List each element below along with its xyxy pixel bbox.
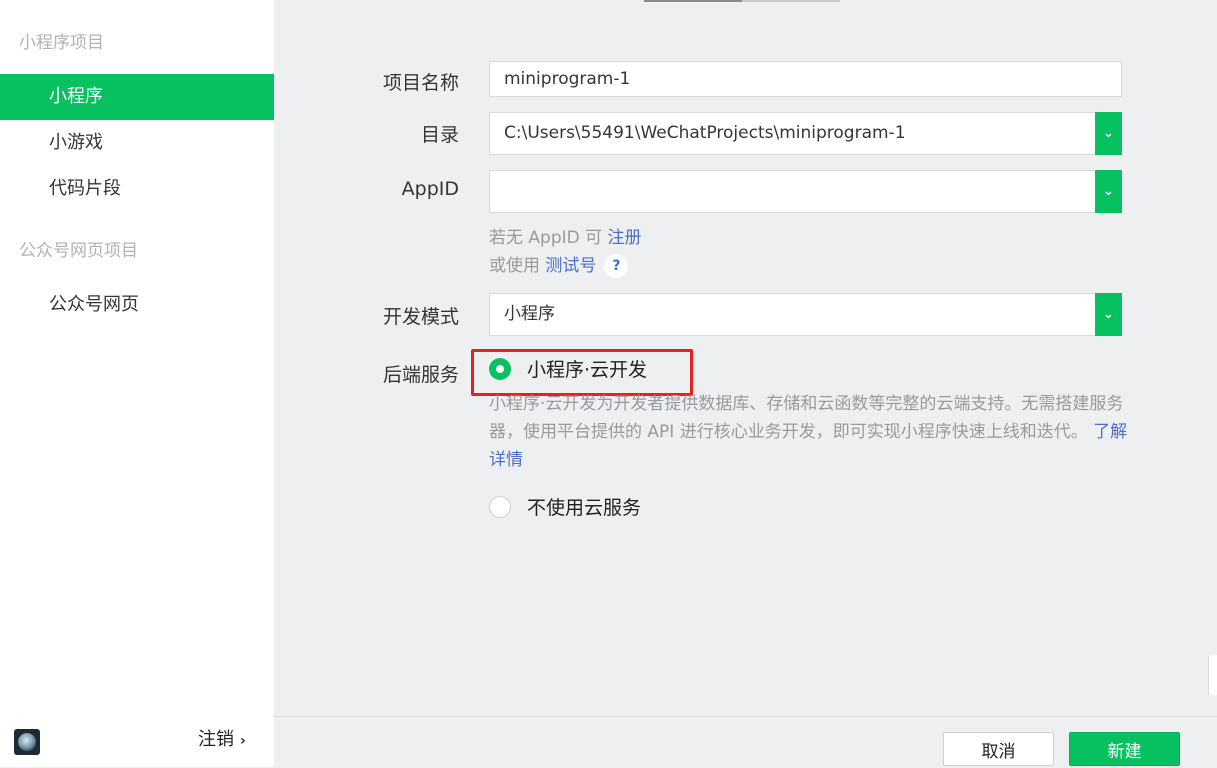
directory-select[interactable]: C:\Users\55491\WeChatProjects\miniprogra… xyxy=(489,112,1122,155)
appid-input[interactable]: ⌄ xyxy=(489,170,1122,213)
cloud-dev-description-text: 小程序·云开发为开发者提供数据库、存储和云函数等完整的云端支持。无需搭建服务器，… xyxy=(489,394,1124,442)
sidebar-item-code-snippet[interactable]: 代码片段 xyxy=(0,166,274,212)
appid-hint-test: 或使用 测试号? xyxy=(489,251,629,278)
sidebar-item-minigame[interactable]: 小游戏 xyxy=(0,120,274,166)
logout-label: 注销 xyxy=(198,729,234,750)
chevron-down-icon[interactable]: ⌄ xyxy=(1095,112,1122,155)
dev-mode-value: 小程序 xyxy=(504,304,555,324)
test-account-link[interactable]: 测试号 xyxy=(545,256,596,276)
chevron-down-icon[interactable]: ⌄ xyxy=(1095,170,1122,213)
highlight-annotation xyxy=(471,349,693,396)
chevron-right-icon: › xyxy=(240,733,246,749)
bottom-bar: 取消 新建 xyxy=(274,716,1217,768)
appid-hint-text: 若无 AppID 可 xyxy=(489,228,603,248)
appid-hint-register: 若无 AppID 可 注册 xyxy=(489,223,642,248)
project-name-input[interactable]: miniprogram-1 xyxy=(489,61,1122,97)
create-button[interactable]: 新建 xyxy=(1069,732,1180,766)
sidebar: 小程序项目 小程序 小游戏 代码片段 公众号网页项目 公众号网页 注销 › xyxy=(0,0,274,767)
directory-value: C:\Users\55491\WeChatProjects\miniprogra… xyxy=(504,123,906,143)
backend-label: 后端服务 xyxy=(382,364,459,386)
radio-unchecked-icon[interactable] xyxy=(489,495,511,518)
appid-hint2-text: 或使用 xyxy=(489,256,540,276)
background-window-edge xyxy=(1208,655,1217,695)
tab-indicator-active xyxy=(644,0,742,2)
sidebar-footer: 注销 › xyxy=(0,723,274,767)
directory-label: 目录 xyxy=(420,124,459,146)
dev-mode-label: 开发模式 xyxy=(382,306,459,328)
radio-no-cloud-label: 不使用云服务 xyxy=(527,497,642,519)
main-panel: 项目名称 miniprogram-1 目录 C:\Users\55491\WeC… xyxy=(274,0,1217,768)
help-icon[interactable]: ? xyxy=(604,254,629,278)
sidebar-group-miniprogram: 小程序项目 xyxy=(19,33,104,53)
project-name-value: miniprogram-1 xyxy=(504,69,631,89)
cloud-dev-description: 小程序·云开发为开发者提供数据库、存储和云函数等完整的云端支持。无需搭建服务器，… xyxy=(489,390,1129,474)
logout-button[interactable]: 注销 › xyxy=(198,725,246,751)
radio-no-cloud[interactable]: 不使用云服务 xyxy=(489,493,641,520)
sidebar-group-official-account: 公众号网页项目 xyxy=(19,241,138,261)
avatar[interactable] xyxy=(14,729,40,755)
register-link[interactable]: 注册 xyxy=(608,228,642,248)
cancel-button[interactable]: 取消 xyxy=(943,732,1054,766)
chevron-down-icon[interactable]: ⌄ xyxy=(1095,293,1122,336)
sidebar-item-official-webpage[interactable]: 公众号网页 xyxy=(0,282,274,328)
project-name-label: 项目名称 xyxy=(382,72,459,94)
sidebar-item-miniprogram[interactable]: 小程序 xyxy=(0,74,274,120)
appid-label: AppID xyxy=(401,178,459,200)
dev-mode-select[interactable]: 小程序 ⌄ xyxy=(489,293,1122,336)
tab-indicator xyxy=(644,0,840,2)
